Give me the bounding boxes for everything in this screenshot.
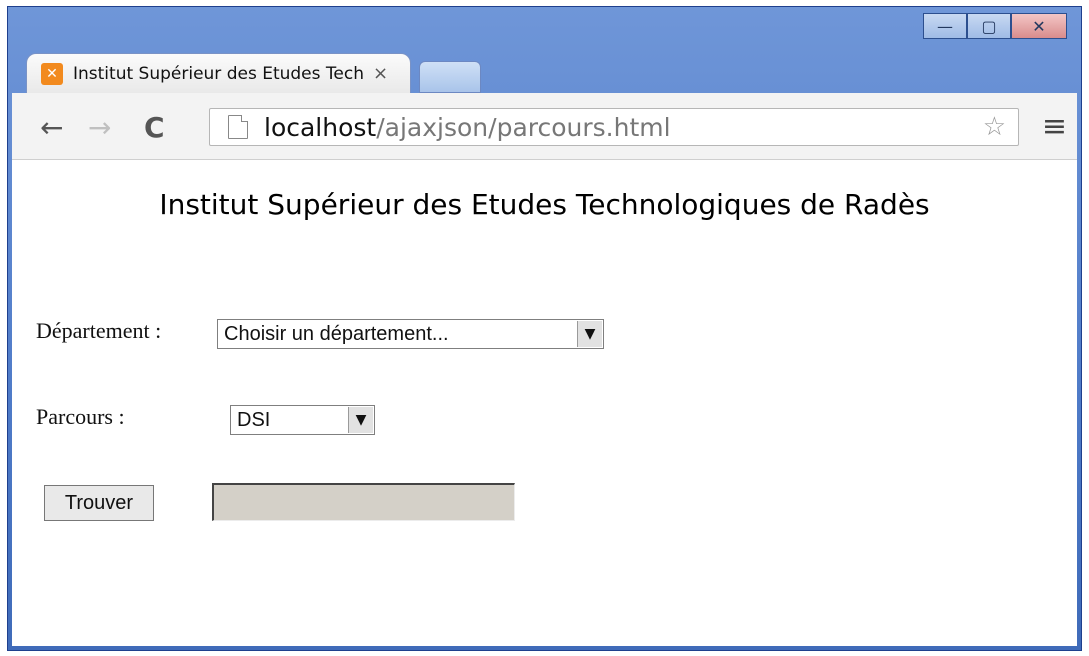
url-text: localhost/ajaxjson/parcours.html <box>264 113 671 142</box>
minimize-button[interactable]: — <box>923 13 967 39</box>
new-tab-button[interactable] <box>419 61 481 93</box>
result-field[interactable] <box>212 483 515 521</box>
arrow-right-icon[interactable]: → <box>88 111 111 144</box>
page-icon <box>228 115 248 139</box>
xampp-icon: ✕ <box>41 62 63 85</box>
page-content: Institut Supérieur des Etudes Technologi… <box>12 160 1077 646</box>
window-controls: — ▢ ✕ <box>923 13 1067 39</box>
departement-label: Département : <box>36 318 162 343</box>
parcours-row: Parcours : <box>36 404 125 430</box>
address-bar[interactable]: localhost/ajaxjson/parcours.html ☆ <box>209 108 1019 146</box>
departement-select[interactable]: Choisir un département... ▼ <box>217 319 604 349</box>
hamburger-menu-icon[interactable]: ≡ <box>1042 109 1067 144</box>
browser-toolbar: ← → C localhost/ajaxjson/parcours.html ☆… <box>12 93 1077 160</box>
departement-row: Département : <box>36 318 161 344</box>
tab-strip: ✕ Institut Supérieur des Etudes Technolo… <box>26 53 481 93</box>
url-path: /ajaxjson/parcours.html <box>376 112 671 142</box>
maximize-button[interactable]: ▢ <box>967 13 1011 39</box>
arrow-left-icon[interactable]: ← <box>40 111 63 144</box>
browser-window: — ▢ ✕ ✕ Institut Supérieur des Etudes Te… <box>7 6 1082 651</box>
find-button[interactable]: Trouver <box>44 485 154 521</box>
parcours-select[interactable]: DSI ▼ <box>230 405 375 435</box>
star-icon[interactable]: ☆ <box>983 112 1006 142</box>
close-window-button[interactable]: ✕ <box>1011 13 1067 39</box>
parcours-label: Parcours : <box>36 404 125 429</box>
tab-active[interactable]: ✕ Institut Supérieur des Etudes Technolo… <box>26 53 411 93</box>
url-host: localhost <box>264 112 377 142</box>
chevron-down-icon[interactable]: ▼ <box>348 407 373 433</box>
tab-close-icon[interactable]: × <box>373 63 388 84</box>
parcours-select-value: DSI <box>237 408 271 431</box>
tab-title: Institut Supérieur des Etudes Technologi… <box>73 63 363 84</box>
page-title: Institut Supérieur des Etudes Technologi… <box>159 188 930 221</box>
departement-select-value: Choisir un département... <box>224 322 449 345</box>
reload-icon[interactable]: C <box>144 111 165 144</box>
chevron-down-icon[interactable]: ▼ <box>577 321 602 347</box>
